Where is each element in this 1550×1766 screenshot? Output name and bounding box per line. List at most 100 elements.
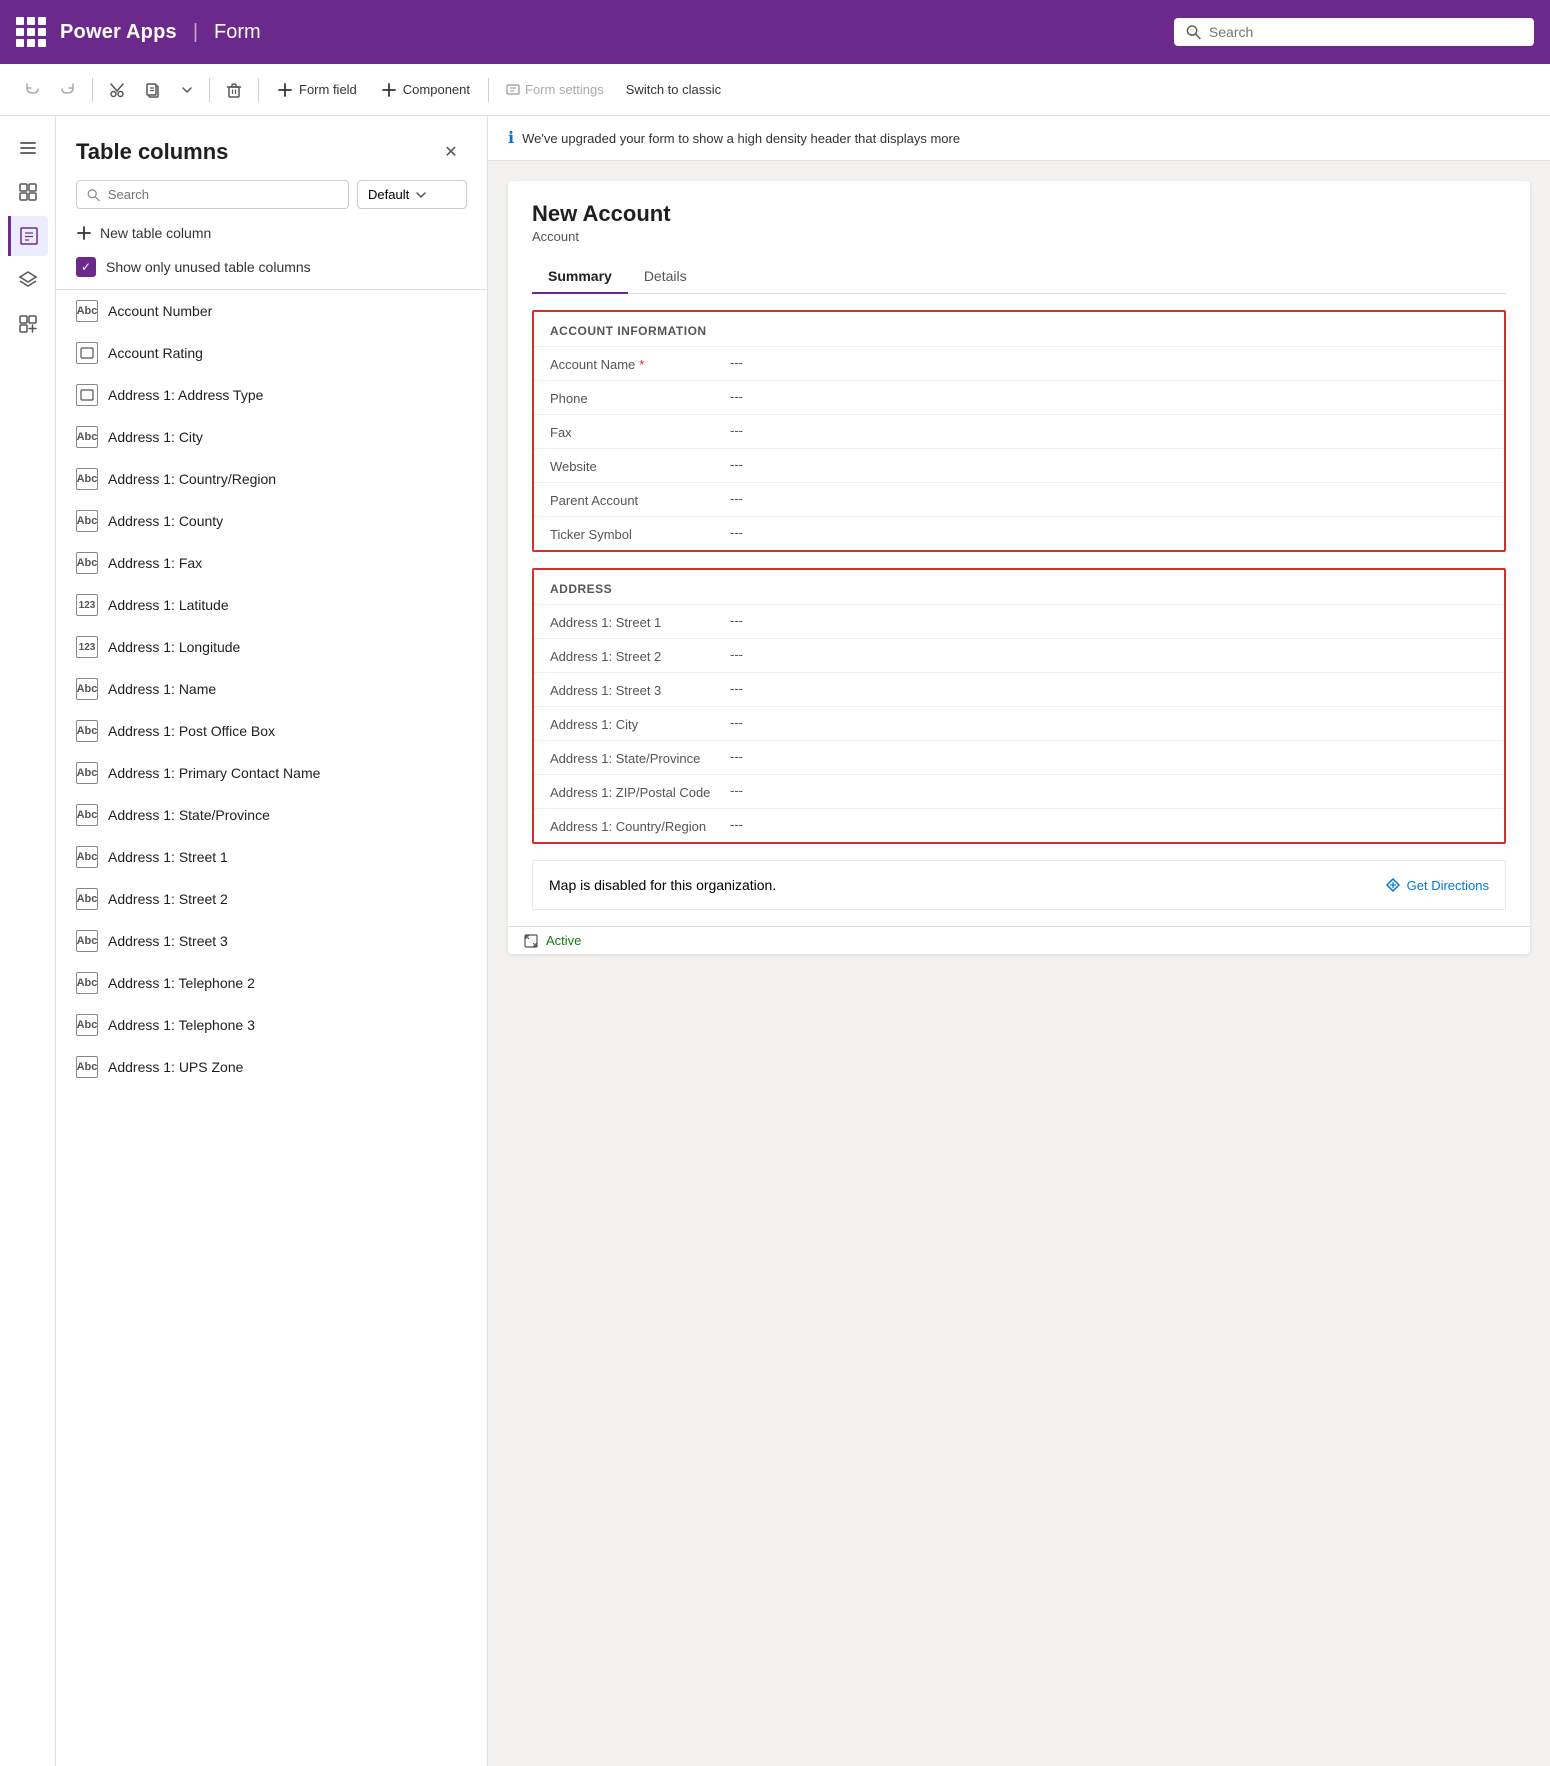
field-type-icon: Abc <box>76 300 98 322</box>
list-item-label: Address 1: County <box>108 513 223 529</box>
field-label: Address 1: City <box>550 715 730 732</box>
delete-button[interactable] <box>218 76 250 104</box>
list-item[interactable]: AbcAccount Number <box>56 290 487 332</box>
field-type-icon: 123 <box>76 594 98 616</box>
field-label: Account Name* <box>550 355 730 372</box>
account-info-section[interactable]: ACCOUNT INFORMATION Account Name* --- Ph… <box>532 310 1506 552</box>
top-bar: Power Apps | Form <box>0 0 1550 64</box>
redo-icon <box>60 82 76 98</box>
field-label: Parent Account <box>550 491 730 508</box>
form-field-row[interactable]: Address 1: Country/Region --- <box>534 808 1504 842</box>
form-field-row[interactable]: Website --- <box>534 448 1504 482</box>
list-item[interactable]: AbcAddress 1: Name <box>56 668 487 710</box>
list-item[interactable]: AbcAddress 1: Fax <box>56 542 487 584</box>
form-field-row[interactable]: Address 1: Street 1 --- <box>534 604 1504 638</box>
show-unused-checkbox[interactable]: ✓ <box>76 257 96 277</box>
redo-button[interactable] <box>52 76 84 104</box>
list-item[interactable]: AbcAddress 1: Country/Region <box>56 458 487 500</box>
form-field-row[interactable]: Address 1: State/Province --- <box>534 740 1504 774</box>
list-item[interactable]: AbcAddress 1: Telephone 3 <box>56 1004 487 1046</box>
list-item[interactable]: 123Address 1: Latitude <box>56 584 487 626</box>
list-item[interactable]: AbcAddress 1: Street 3 <box>56 920 487 962</box>
list-item[interactable]: Address 1: Address Type <box>56 374 487 416</box>
list-item[interactable]: AbcAddress 1: Street 1 <box>56 836 487 878</box>
list-item[interactable]: AbcAddress 1: Primary Contact Name <box>56 752 487 794</box>
cut-button[interactable] <box>101 76 133 104</box>
panel-search-icon <box>87 188 100 202</box>
field-value: --- <box>730 647 1488 662</box>
delete-icon <box>226 82 242 98</box>
list-item[interactable]: AbcAddress 1: State/Province <box>56 794 487 836</box>
tab-details[interactable]: Details <box>628 260 703 294</box>
expand-icon[interactable] <box>524 934 538 948</box>
field-value: --- <box>730 457 1488 472</box>
undo-button[interactable] <box>16 76 48 104</box>
list-item[interactable]: AbcAddress 1: Post Office Box <box>56 710 487 752</box>
list-item-label: Address 1: Post Office Box <box>108 723 275 739</box>
status-bar: Active <box>508 926 1530 954</box>
list-item[interactable]: AbcAddress 1: County <box>56 500 487 542</box>
dropdown-button[interactable] <box>173 78 201 102</box>
form-field-row[interactable]: Account Name* --- <box>534 346 1504 380</box>
form-editor-button[interactable] <box>8 216 48 256</box>
map-disabled-text: Map is disabled for this organization. <box>549 877 776 893</box>
panel-search-box[interactable] <box>76 180 349 209</box>
form-field-row[interactable]: Phone --- <box>534 380 1504 414</box>
list-item-label: Address 1: Telephone 3 <box>108 1017 255 1033</box>
form-field-row[interactable]: Address 1: ZIP/Postal Code --- <box>534 774 1504 808</box>
chevron-down-icon <box>181 84 193 96</box>
tab-summary[interactable]: Summary <box>532 260 628 294</box>
field-label: Phone <box>550 389 730 406</box>
paste-button[interactable] <box>137 76 169 104</box>
form-field-label: Form field <box>299 82 357 97</box>
field-label: Address 1: Street 2 <box>550 647 730 664</box>
dashboard-button[interactable] <box>8 172 48 212</box>
panel-search-input[interactable] <box>108 187 338 202</box>
panel-close-button[interactable]: ✕ <box>435 136 467 168</box>
search-box[interactable] <box>1174 18 1534 46</box>
app-grid-button[interactable] <box>16 17 48 47</box>
get-directions-button[interactable]: Get Directions <box>1385 877 1489 893</box>
form-field-row[interactable]: Ticker Symbol --- <box>534 516 1504 550</box>
form-field-row[interactable]: Address 1: Street 2 --- <box>534 638 1504 672</box>
search-input[interactable] <box>1209 24 1522 40</box>
list-item[interactable]: Account Rating <box>56 332 487 374</box>
field-value: --- <box>730 749 1488 764</box>
component-button[interactable]: Component <box>371 76 480 104</box>
field-label: Address 1: State/Province <box>550 749 730 766</box>
form-field-row[interactable]: Fax --- <box>534 414 1504 448</box>
map-section: Map is disabled for this organization. G… <box>532 860 1506 910</box>
panel-search-row: Default <box>56 180 487 221</box>
field-type-icon: Abc <box>76 1056 98 1078</box>
address-section[interactable]: ADDRESS Address 1: Street 1 --- Address … <box>532 568 1506 844</box>
list-item[interactable]: AbcAddress 1: Telephone 2 <box>56 962 487 1004</box>
form-field-button[interactable]: Form field <box>267 76 367 104</box>
switch-classic-button[interactable]: Switch to classic <box>616 76 731 103</box>
form-field-row[interactable]: Address 1: Street 3 --- <box>534 672 1504 706</box>
field-label: Website <box>550 457 730 474</box>
address-fields: Address 1: Street 1 --- Address 1: Stree… <box>534 604 1504 842</box>
components-button[interactable] <box>8 304 48 344</box>
panel-dropdown[interactable]: Default <box>357 180 467 209</box>
field-label: Address 1: Street 3 <box>550 681 730 698</box>
hamburger-menu-button[interactable] <box>8 128 48 168</box>
show-unused-row[interactable]: ✓ Show only unused table columns <box>56 249 487 289</box>
new-column-label: New table column <box>100 225 211 241</box>
form-editor-icon <box>19 226 39 246</box>
info-banner: ℹ We've upgraded your form to show a hig… <box>488 116 1550 161</box>
form-field-row[interactable]: Parent Account --- <box>534 482 1504 516</box>
new-column-button[interactable]: New table column <box>56 221 487 249</box>
list-item[interactable]: 123Address 1: Longitude <box>56 626 487 668</box>
panel-dropdown-label: Default <box>368 187 409 202</box>
list-item[interactable]: AbcAddress 1: City <box>56 416 487 458</box>
form-settings-button[interactable]: Form settings <box>497 76 612 104</box>
layers-button[interactable] <box>8 260 48 300</box>
form-field-row[interactable]: Address 1: City --- <box>534 706 1504 740</box>
sep3 <box>258 78 259 102</box>
field-type-icon: Abc <box>76 930 98 952</box>
app-title: Power Apps <box>60 21 177 44</box>
list-item[interactable]: AbcAddress 1: UPS Zone <box>56 1046 487 1088</box>
paste-icon <box>145 82 161 98</box>
required-indicator: * <box>639 357 644 372</box>
list-item[interactable]: AbcAddress 1: Street 2 <box>56 878 487 920</box>
